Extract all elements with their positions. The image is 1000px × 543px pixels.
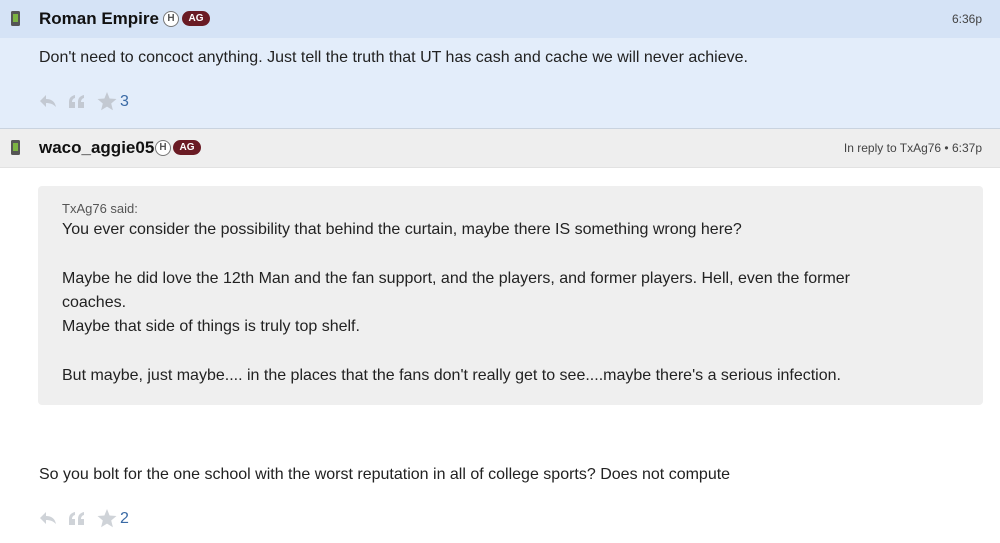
- quote-line: You ever consider the possibility that b…: [62, 221, 742, 238]
- h-badge: H: [163, 11, 179, 27]
- quote-line: Maybe that side of things is truly top s…: [62, 318, 360, 335]
- star-count[interactable]: 2: [120, 510, 129, 528]
- quote-block: TxAg76 said: You ever consider the possi…: [38, 186, 983, 405]
- quote-line: But maybe, just maybe.... in the places …: [62, 367, 841, 384]
- quote-icon[interactable]: [68, 512, 85, 525]
- post-time[interactable]: 6:36p: [952, 12, 982, 26]
- h-badge: H: [155, 140, 171, 156]
- post-header: Roman Empire H AG 6:36p: [0, 0, 1000, 38]
- post-roman-empire: Roman Empire H AG 6:36p Don't need to co…: [0, 0, 1000, 129]
- post-body: Don't need to concoct anything. Just tel…: [39, 49, 748, 66]
- quote-line: coaches.: [62, 294, 127, 311]
- quote-icon[interactable]: [68, 95, 85, 108]
- username[interactable]: Roman Empire: [39, 9, 159, 29]
- username[interactable]: waco_aggie05: [39, 138, 154, 158]
- ag-badge: AG: [173, 140, 201, 155]
- post-header: waco_aggie05 H AG In reply to TxAg76 • 6…: [0, 129, 1000, 168]
- reply-meta[interactable]: In reply to TxAg76 • 6:37p: [844, 141, 982, 155]
- phone-icon: [11, 11, 20, 26]
- star-icon[interactable]: [97, 509, 117, 528]
- star-icon[interactable]: [97, 92, 117, 111]
- reply-icon[interactable]: [39, 511, 57, 525]
- quote-line: Maybe he did love the 12th Man and the f…: [62, 270, 851, 287]
- star-count[interactable]: 3: [120, 93, 129, 111]
- post-waco-aggie05: waco_aggie05 H AG In reply to TxAg76 • 6…: [0, 129, 1000, 543]
- ag-badge: AG: [182, 11, 210, 26]
- post-body: So you bolt for the one school with the …: [39, 466, 731, 483]
- phone-icon: [11, 140, 20, 155]
- reply-icon[interactable]: [39, 94, 57, 108]
- quote-attribution: TxAg76 said:: [62, 201, 138, 216]
